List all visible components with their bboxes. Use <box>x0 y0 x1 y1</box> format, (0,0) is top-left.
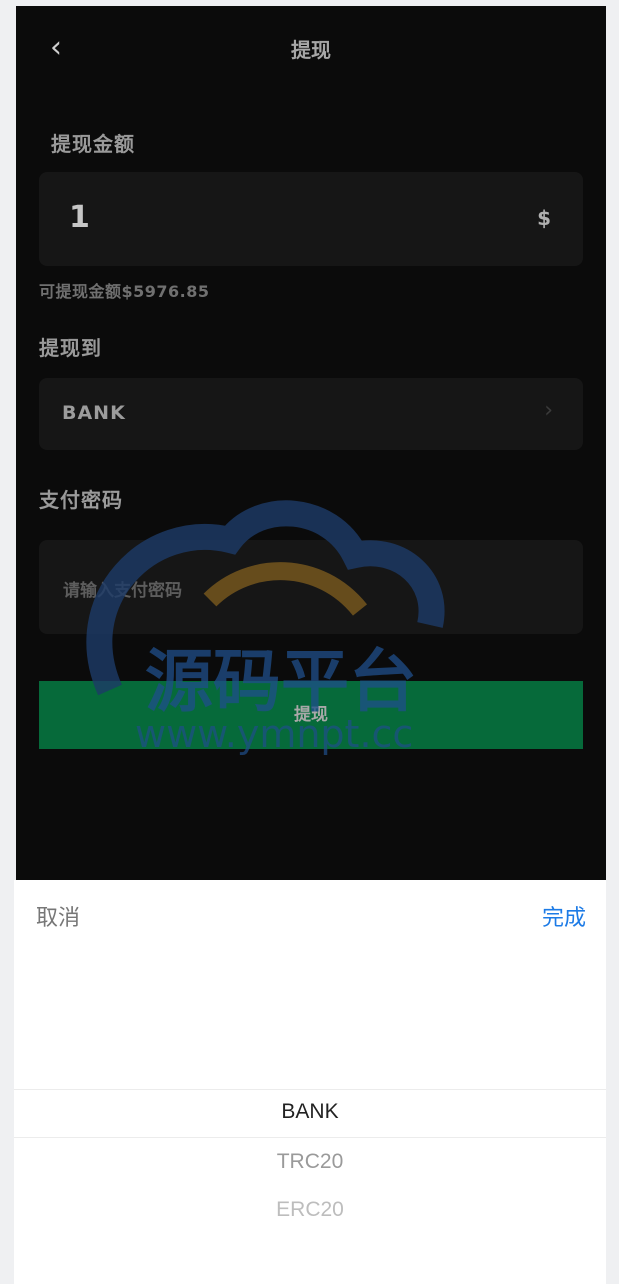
password-input[interactable]: 请输入支付密码 <box>39 540 583 634</box>
picker-option-trc20[interactable]: TRC20 <box>14 1150 606 1174</box>
available-balance: 可提现金额$5976.85 <box>39 282 210 301</box>
chevron-right-icon: › <box>544 398 553 423</box>
password-placeholder: 请输入支付密码 <box>63 581 182 601</box>
submit-button[interactable]: 提现 <box>39 681 583 749</box>
picker-done-button[interactable]: 完成 <box>542 900 586 932</box>
password-label: 支付密码 <box>39 488 123 512</box>
amount-input[interactable]: 1 $ <box>39 172 583 266</box>
amount-label: 提现金额 <box>51 132 135 156</box>
picker-sheet: 取消 完成 BANK TRC20 ERC20 <box>14 880 606 1284</box>
picker-cancel-button[interactable]: 取消 <box>36 900 80 932</box>
picker-option-erc20[interactable]: ERC20 <box>14 1198 606 1222</box>
picker-divider-bottom <box>14 1137 606 1138</box>
method-label: 提现到 <box>39 336 102 360</box>
method-select[interactable]: BANK › <box>39 378 583 450</box>
amount-value: 1 <box>69 200 90 235</box>
method-value: BANK <box>62 402 126 424</box>
page-title: 提现 <box>291 38 331 62</box>
picker-divider-top <box>14 1089 606 1090</box>
picker-option-bank[interactable]: BANK <box>14 1100 606 1124</box>
currency-symbol: $ <box>537 206 551 230</box>
